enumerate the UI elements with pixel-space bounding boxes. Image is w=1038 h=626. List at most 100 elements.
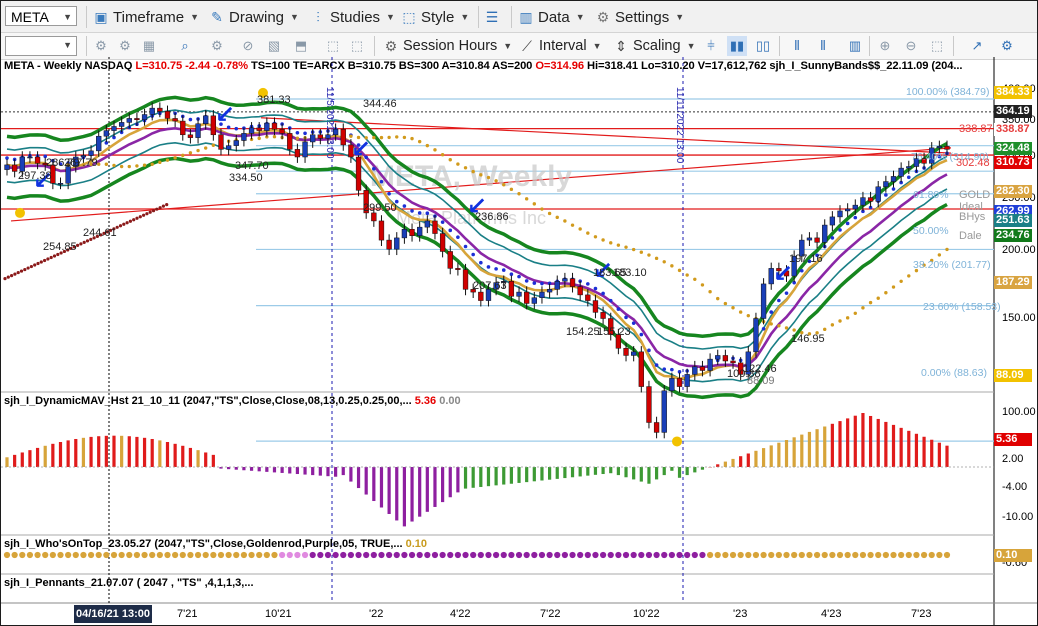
candle-body [653, 422, 660, 433]
tool-icon[interactable]: ⚙ [115, 36, 135, 56]
account-select[interactable]: ▼ [5, 36, 77, 56]
histogram-bar [532, 467, 536, 482]
histogram-bar [272, 467, 277, 473]
gold-dot [127, 164, 131, 169]
histogram-bar [181, 445, 185, 467]
symbol-input[interactable]: META ▼ [5, 6, 77, 26]
price-tag: 282.30 [994, 185, 1032, 198]
hollow-candle-icon[interactable]: ▯▯ [753, 36, 773, 56]
whos-on-top-dot [554, 551, 561, 559]
dark-red-dot [148, 210, 152, 214]
toolbar-divider [374, 36, 375, 56]
tool-icon[interactable]: ⬒ [291, 36, 311, 56]
gold-dot [517, 192, 521, 196]
candle-body [944, 146, 950, 150]
candle-body [203, 115, 209, 125]
tool-icon[interactable]: ⬚ [927, 36, 947, 56]
drawing-button[interactable]: ✎ Drawing ▼ [209, 5, 299, 29]
gold-dot [899, 279, 903, 283]
histogram-bar [792, 437, 796, 467]
studies-icon: ⫶ [316, 9, 320, 25]
gold-dot [563, 219, 567, 223]
volume-icon[interactable]: ▥ [845, 36, 865, 56]
zoom-in-icon[interactable]: ⊕ [875, 36, 895, 56]
scaling-button[interactable]: ⇕ Scaling ▼ [613, 35, 695, 57]
trend-icon[interactable]: ↗ [967, 36, 987, 56]
tool-icon[interactable]: ⚙ [91, 36, 111, 56]
candle-body [837, 210, 843, 218]
whos-on-top-dot [630, 551, 637, 559]
candlestick-icon[interactable]: ▮▮ [727, 36, 747, 56]
studies-button[interactable]: ⫶ Studies ▼ [310, 5, 395, 29]
style-button[interactable]: ⬚ Style ▼ [401, 5, 469, 29]
dark-red-dot [16, 270, 20, 275]
chart-annotation: 236.86 [475, 211, 509, 223]
gold-dot [945, 247, 949, 252]
data-button[interactable]: ▥ Data ▼ [518, 5, 585, 29]
blue-dot [379, 179, 384, 184]
dynamic-mav-value: 5.36 [414, 395, 437, 407]
whos-on-top-dot [898, 551, 905, 559]
time-axis-label: 4'23 [821, 608, 842, 620]
layout-icon[interactable]: ☰ [484, 5, 504, 29]
signal-arrow-icon: ↙ [351, 135, 371, 163]
whos-on-top-dot [95, 551, 102, 559]
dark-red-dot [135, 216, 139, 220]
bar-chart-icon[interactable]: ⫩ [701, 36, 721, 56]
gold-dot [479, 173, 483, 177]
tool-icon[interactable]: ▦ [139, 36, 159, 56]
candle-body [103, 130, 109, 137]
histogram-bar [945, 445, 949, 467]
tool-icon[interactable]: ⊘ [238, 36, 258, 56]
whos-on-top-dot [187, 551, 194, 559]
histogram-bar [349, 467, 353, 482]
whos-on-top-dot [118, 551, 125, 559]
whos-on-top-dot [179, 551, 186, 559]
settings-button[interactable]: ⚙ Settings ▼ [595, 5, 684, 29]
magnify-icon[interactable]: ⌕ [175, 36, 195, 56]
session-hours-button[interactable]: ⚙ Session Hours ▼ [383, 35, 513, 57]
interval-button[interactable]: ⟋ Interval ▼ [519, 35, 601, 57]
tool-icon[interactable]: ▧ [264, 36, 284, 56]
zoom-out-icon[interactable]: ⊖ [901, 36, 921, 56]
gold-dot [792, 328, 796, 332]
histogram-bar [922, 436, 926, 467]
candle-body [88, 150, 94, 156]
gold-dot [196, 148, 200, 153]
tool-icon[interactable]: ⬚ [347, 36, 367, 56]
candle-body [111, 126, 117, 131]
histogram-bar [471, 467, 475, 488]
tool-icon[interactable]: ⚙ [207, 36, 227, 56]
chevron-down-icon: ▼ [460, 12, 470, 22]
histogram-bar [372, 467, 376, 502]
timeframe-button[interactable]: ▣ Timeframe ▼ [93, 5, 199, 29]
candle-body [294, 149, 301, 158]
dark-red-dot [118, 224, 123, 228]
gold-dot [456, 162, 460, 166]
indicator-axis-label: 2.00 [1002, 453, 1024, 465]
candle-body [646, 386, 652, 423]
whos-on-top-dot [760, 551, 767, 559]
whos-on-top-dot [210, 551, 217, 559]
candle-body [11, 164, 18, 172]
histogram-bar [410, 467, 414, 522]
blue-dot [838, 228, 842, 232]
gold-dot [463, 166, 468, 170]
chevron-down-icon: ▼ [190, 12, 200, 22]
price-tag: 234.76 [994, 229, 1032, 242]
tool-icon[interactable]: ⬚ [323, 36, 343, 56]
histogram-bar [746, 453, 750, 467]
gold-dot [555, 215, 559, 220]
hlc-icon[interactable]: ⦀ [813, 36, 833, 56]
candle-body [187, 134, 194, 138]
tool-icon[interactable]: ⚙ [997, 36, 1017, 56]
chevron-down-icon: ▼ [575, 12, 585, 22]
blue-dot [532, 281, 537, 285]
ohlc-icon[interactable]: ⦀ [787, 36, 807, 56]
whos-on-top-dot [57, 551, 64, 559]
gold-dot [272, 135, 277, 139]
chevron-down-icon[interactable]: ▼ [63, 7, 72, 27]
histogram-bar [693, 467, 697, 473]
histogram-bar [20, 452, 24, 467]
swing-marker [15, 207, 25, 218]
